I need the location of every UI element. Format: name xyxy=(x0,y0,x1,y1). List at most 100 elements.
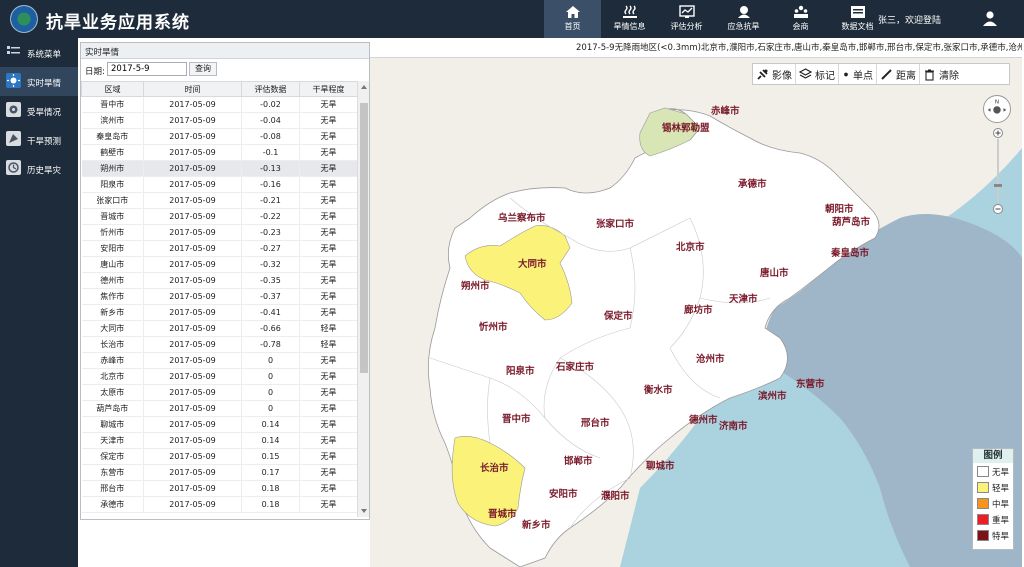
city-label[interactable]: 廊坊市 xyxy=(684,302,713,316)
nav-drought-info[interactable]: 旱情信息 xyxy=(601,0,658,38)
table-row[interactable]: 承德市 2017-05-09 0.18 无旱 xyxy=(81,496,358,513)
city-label[interactable]: 衡水市 xyxy=(644,382,673,396)
query-button[interactable]: 查询 xyxy=(189,62,217,76)
user-icon[interactable] xyxy=(982,10,998,26)
cell-level: 无旱 xyxy=(299,224,358,241)
table-row[interactable]: 唐山市 2017-05-09 -0.32 无旱 xyxy=(81,256,358,273)
realtime-drought-panel: 实时旱情 日期: 查询 区域 时间 评估数据 干旱程度 晋中市2017-05-0… xyxy=(80,42,370,520)
table-row[interactable]: 太原市 2017-05-09 0 无旱 xyxy=(81,384,358,401)
city-label[interactable]: 滨州市 xyxy=(758,388,787,402)
city-label[interactable]: 新乡市 xyxy=(522,517,551,531)
city-label[interactable]: 天津市 xyxy=(729,291,758,305)
city-label[interactable]: 济南市 xyxy=(719,418,748,432)
scroll-down-arrow[interactable] xyxy=(361,509,367,513)
city-label[interactable]: 乌兰察布市 xyxy=(498,210,546,224)
table-row[interactable]: 张家口市 2017-05-09 -0.21 无旱 xyxy=(81,192,358,209)
nav-evaluation[interactable]: 评估分析 xyxy=(658,0,715,38)
column-header-region[interactable]: 区域 xyxy=(81,81,144,97)
table-row[interactable]: 新乡市 2017-05-09 -0.41 无旱 xyxy=(81,304,358,321)
nav-home[interactable]: 首页 xyxy=(544,0,601,38)
table-row[interactable]: 葫芦岛市 2017-05-09 0 无旱 xyxy=(81,400,358,417)
date-input[interactable] xyxy=(107,62,187,76)
city-label[interactable]: 德州市 xyxy=(689,412,718,426)
city-label[interactable]: 晋中市 xyxy=(502,411,531,425)
table-row[interactable]: 阳泉市 2017-05-09 -0.16 无旱 xyxy=(81,176,358,193)
city-label[interactable]: 阳泉市 xyxy=(506,363,535,377)
table-row[interactable]: 赤峰市 2017-05-09 0 无旱 xyxy=(81,352,358,369)
table-row[interactable]: 鹤壁市 2017-05-09 -0.1 无旱 xyxy=(81,144,358,161)
city-label[interactable]: 邯郸市 xyxy=(564,453,593,467)
sidebar-item-forecast[interactable]: 干旱预测 xyxy=(0,125,78,154)
city-label[interactable]: 朝阳市 xyxy=(825,201,854,215)
city-label[interactable]: 濮阳市 xyxy=(601,488,630,502)
table-row[interactable]: 秦皇岛市 2017-05-09 -0.08 无旱 xyxy=(81,128,358,145)
table-row[interactable]: 长治市 2017-05-09 -0.78 轻旱 xyxy=(81,336,358,353)
city-label[interactable]: 承德市 xyxy=(738,176,767,190)
cell-time: 2017-05-09 xyxy=(143,112,242,129)
scroll-thumb[interactable] xyxy=(360,103,368,373)
zoom-slider[interactable] xyxy=(992,128,1004,214)
city-label[interactable]: 安阳市 xyxy=(549,486,578,500)
sidebar-item-menu[interactable]: 系统菜单 xyxy=(0,38,78,67)
column-header-level[interactable]: 干旱程度 xyxy=(299,81,358,97)
city-label[interactable]: 张家口市 xyxy=(596,216,634,230)
city-label[interactable]: 大同市 xyxy=(518,256,547,270)
nav-consultation[interactable]: 会商 xyxy=(772,0,829,38)
city-label[interactable]: 石家庄市 xyxy=(556,359,594,373)
table-row[interactable]: 聊城市 2017-05-09 0.14 无旱 xyxy=(81,416,358,433)
city-label[interactable]: 东营市 xyxy=(796,376,825,390)
table-row[interactable]: 邢台市 2017-05-09 0.18 无旱 xyxy=(81,480,358,497)
city-label[interactable]: 北京市 xyxy=(676,239,705,253)
table-row[interactable]: 晋城市 2017-05-09 -0.22 无旱 xyxy=(81,208,358,225)
sidebar-item-affected[interactable]: 受旱情况 xyxy=(0,96,78,125)
table-scrollbar[interactable] xyxy=(357,81,369,517)
tool-distance[interactable]: 距离 xyxy=(877,64,920,84)
city-label[interactable]: 沧州市 xyxy=(696,351,725,365)
compass-icon[interactable]: N xyxy=(983,95,1011,123)
table-row[interactable]: 焦作市 2017-05-09 -0.37 无旱 xyxy=(81,288,358,305)
city-label[interactable]: 秦皇岛市 xyxy=(831,245,869,259)
city-label[interactable]: 锡林郭勒盟 xyxy=(662,120,710,134)
city-label[interactable]: 邢台市 xyxy=(581,415,610,429)
nav-emergency[interactable]: 应急抗旱 xyxy=(715,0,772,38)
city-label[interactable]: 朔州市 xyxy=(461,278,490,292)
column-header-value[interactable]: 评估数据 xyxy=(241,81,300,97)
column-header-time[interactable]: 时间 xyxy=(143,81,242,97)
table-row[interactable]: 晋中市 2017-05-09 -0.02 无旱 xyxy=(81,96,358,113)
consultation-icon xyxy=(793,5,808,18)
city-label[interactable]: 赤峰市 xyxy=(711,103,740,117)
tool-satellite[interactable]: 影像 xyxy=(753,64,796,84)
cell-value: -0.78 xyxy=(241,336,300,353)
table-row[interactable]: 朔州市 2017-05-09 -0.13 无旱 xyxy=(81,160,358,177)
table-row[interactable]: 安阳市 2017-05-09 -0.27 无旱 xyxy=(81,240,358,257)
city-label[interactable]: 长治市 xyxy=(480,460,509,474)
date-label: 日期: xyxy=(85,67,105,77)
tool-clear[interactable]: 清除 xyxy=(920,64,962,84)
city-label[interactable]: 保定市 xyxy=(604,308,633,322)
table-row[interactable]: 德州市 2017-05-09 -0.35 无旱 xyxy=(81,272,358,289)
table-row[interactable]: 东营市 2017-05-09 0.17 无旱 xyxy=(81,464,358,481)
table-row[interactable]: 北京市 2017-05-09 0 无旱 xyxy=(81,368,358,385)
scroll-up-arrow[interactable] xyxy=(361,85,367,89)
table-row[interactable]: 天津市 2017-05-09 0.14 无旱 xyxy=(81,432,358,449)
drought-table-wrapper: 区域 时间 评估数据 干旱程度 晋中市 2017-05-09 -0.02 无旱 滨州市 2… xyxy=(81,81,369,521)
table-row[interactable]: 保定市 2017-05-09 0.15 无旱 xyxy=(81,448,358,465)
table-row[interactable]: 滨州市 2017-05-09 -0.04 无旱 xyxy=(81,112,358,129)
city-label[interactable]: 聊城市 xyxy=(646,458,675,472)
map-view[interactable]: 赤峰市 锡林郭勒盟承德市朝阳市 葫芦岛市 乌兰察布市 张家口市北京市 秦皇岛市大同市唐山市… xyxy=(370,58,1022,567)
city-label[interactable]: 晋城市 xyxy=(488,506,517,520)
cell-level: 无旱 xyxy=(299,384,358,401)
legend-label: 重旱 xyxy=(992,516,1010,526)
tool-point[interactable]: 单点 xyxy=(839,64,877,84)
city-label[interactable]: 唐山市 xyxy=(760,265,789,279)
table-row[interactable]: 忻州市 2017-05-09 -0.23 无旱 xyxy=(81,224,358,241)
cell-level: 无旱 xyxy=(299,464,358,481)
sidebar-item-history[interactable]: 历史旱灾 xyxy=(0,154,78,183)
sidebar-item-realtime[interactable]: 实时旱情 xyxy=(0,67,78,96)
cell-time: 2017-05-09 xyxy=(143,448,242,465)
city-label[interactable]: 葫芦岛市 xyxy=(832,214,870,228)
tool-layers[interactable]: 标记 xyxy=(796,64,839,84)
cell-time: 2017-05-09 xyxy=(143,208,242,225)
city-label[interactable]: 忻州市 xyxy=(479,319,508,333)
table-row[interactable]: 大同市 2017-05-09 -0.66 轻旱 xyxy=(81,320,358,337)
